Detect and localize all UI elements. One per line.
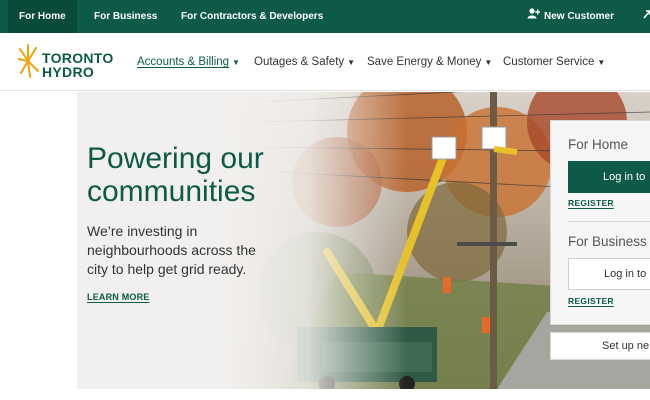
toronto-hydro-logo[interactable]: TORONTO HYDRO — [18, 41, 118, 81]
home-login-button[interactable]: Log in to — [568, 161, 650, 193]
learn-more-link[interactable]: LEARN MORE — [87, 292, 150, 302]
nav-save-energy-label: Save Energy & Money — [367, 56, 482, 68]
business-register-link[interactable]: REGISTER — [568, 296, 614, 306]
new-customer-link[interactable]: New Customer — [527, 0, 614, 33]
main-nav: TORONTO HYDRO Accounts & Billing ▼ Outage… — [0, 33, 650, 91]
tab-for-business[interactable]: For Business — [94, 0, 157, 33]
business-login-title: For Business — [568, 234, 647, 249]
caret-down-icon: ▼ — [232, 58, 240, 67]
nav-outages-safety[interactable]: Outages & Safety ▼ — [254, 33, 355, 91]
nav-customer-service-label: Customer Service — [503, 56, 595, 68]
home-register-link[interactable]: REGISTER — [568, 198, 614, 208]
add-user-icon — [527, 0, 541, 33]
home-login-title: For Home — [568, 137, 629, 152]
logo-text-line2: HYDRO — [42, 64, 95, 80]
caret-down-icon: ▼ — [347, 58, 356, 67]
tab-for-contractors[interactable]: For Contractors & Developers — [181, 0, 323, 33]
nav-outages-safety-label: Outages & Safety — [254, 56, 345, 68]
new-customer-label: New Customer — [544, 11, 615, 22]
external-arrow-icon[interactable] — [643, 0, 650, 33]
nav-accounts-billing[interactable]: Accounts & Billing ▼ — [137, 33, 240, 91]
nav-save-energy[interactable]: Save Energy & Money ▼ — [367, 33, 492, 91]
login-panel: For Home Log in to REGISTER For Business… — [550, 120, 650, 325]
caret-down-icon: ▼ — [597, 58, 606, 67]
setup-new-account-button[interactable]: Set up ne — [550, 332, 650, 360]
nav-customer-service[interactable]: Customer Service ▼ — [503, 33, 605, 91]
business-login-button[interactable]: Log in to — [568, 258, 650, 290]
top-bar: For Home For Business For Contractors & … — [0, 0, 650, 33]
panel-divider — [568, 221, 650, 222]
hero-body-text: We’re investing in neighbourhoods across… — [87, 223, 256, 277]
caret-down-icon: ▼ — [484, 58, 493, 67]
nav-accounts-billing-label: Accounts & Billing — [137, 56, 230, 68]
tab-for-home[interactable]: For Home — [8, 0, 77, 33]
hero-heading: Powering our communities — [87, 142, 264, 208]
